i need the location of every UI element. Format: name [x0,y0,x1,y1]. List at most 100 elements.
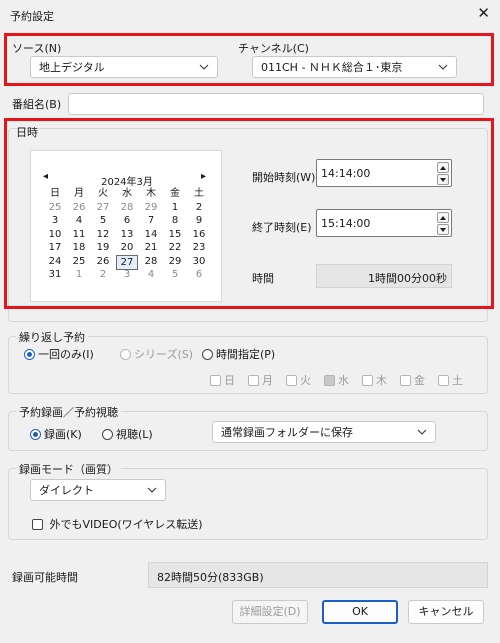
calendar-day[interactable]: 5 [91,214,115,228]
calendar-day[interactable]: 28 [115,201,139,215]
repeat-option[interactable]: 時間指定(P) [202,346,275,362]
record-view-options: 録画(K) 視聴(L) [30,426,200,442]
record-view-option[interactable]: 録画(K) [30,426,82,442]
calendar-weekday: 土 [194,188,204,199]
day-checkbox [210,374,221,386]
calendar-weekday: 月 [74,188,84,199]
calendar-day[interactable]: 25 [43,201,67,215]
program-name-input[interactable] [68,93,484,115]
calendar-day[interactable]: 9 [187,214,211,228]
calendar-day[interactable]: 20 [115,241,139,255]
datetime-group-title: 日時 [16,126,38,139]
channel-select-value: 011CH - ＮＨＫ総合１･東京 [261,61,403,74]
calendar-day[interactable]: 6 [187,268,211,282]
day-checkbox-item: 月 [248,372,273,388]
calendar-day[interactable]: 26 [91,255,115,269]
calendar-day[interactable]: 25 [67,255,91,269]
day-checkbox-item: 日 [210,372,235,388]
folder-select[interactable]: 通常録画フォルダーに保存 [212,421,436,443]
calendar-day[interactable]: 1 [163,201,187,215]
channel-label: チャンネル(C) [238,42,309,55]
calendar-day[interactable]: 31 [43,268,67,282]
day-checkbox [400,374,411,386]
calendar-day[interactable]: 7 [139,214,163,228]
calendar[interactable]: ◂ 2024年3月 ▸ 日月火水木金土 25 26 27 28 29 1 2 3 4 5 6 7 8 9 10… [30,150,222,302]
repeat-option[interactable]: 一回のみ(I) [24,346,94,362]
calendar-day[interactable]: 15 [163,228,187,242]
calendar-day[interactable]: 5 [163,268,187,282]
calendar-day[interactable]: 4 [67,214,91,228]
calendar-day[interactable]: 2 [91,268,115,282]
record-mode-group-title: 録画モード（画質） [16,461,121,477]
spin-down-icon[interactable] [437,174,449,185]
calendar-day[interactable]: 27 [91,201,115,215]
record-view-option-label: 視聴(L) [116,428,153,441]
calendar-day[interactable]: 3 [43,214,67,228]
calendar-day[interactable]: 8 [163,214,187,228]
day-checkbox-item: 水 [324,372,349,388]
calendar-day[interactable]: 26 [67,201,91,215]
calendar-day[interactable]: 14 [139,228,163,242]
spin-up-icon[interactable] [437,212,449,223]
cancel-button[interactable]: キャンセル [408,600,484,624]
repeat-radio [120,348,131,360]
calendar-weekday: 水 [122,188,132,199]
start-time-label: 開始時刻(W) [252,171,316,184]
repeat-option-label: シリーズ(S) [134,348,194,361]
calendar-day[interactable]: 18 [67,241,91,255]
outside-video-option[interactable]: 外でもVIDEO(ワイヤレス転送) [32,516,203,532]
calendar-day[interactable]: 11 [67,228,91,242]
calendar-day[interactable]: 19 [91,241,115,255]
record-mode-select[interactable]: ダイレクト [30,479,166,501]
close-icon[interactable]: ✕ [477,4,490,22]
calendar-day[interactable]: 17 [43,241,67,255]
duration-value: 1時間00分00秒 [368,272,447,285]
record-view-group-title: 予約録画／予約視聴 [16,404,121,420]
calendar-day[interactable]: 22 [163,241,187,255]
calendar-next-icon[interactable]: ▸ [201,171,206,182]
outside-video-checkbox[interactable] [32,518,43,530]
end-time-value: 15:14:00 [321,217,371,230]
calendar-day[interactable]: 3 [115,268,139,282]
chevron-down-icon [197,62,211,72]
spin-down-icon[interactable] [437,224,449,235]
start-time-spinner[interactable]: 14:14:00 [316,159,452,187]
calendar-day[interactable]: 1 [67,268,91,282]
calendar-day[interactable]: 4 [139,268,163,282]
end-time-spinner[interactable]: 15:14:00 [316,209,452,237]
calendar-day[interactable]: 21 [139,241,163,255]
duration-field: 1時間00分00秒 [316,264,452,288]
channel-select[interactable]: 011CH - ＮＨＫ総合１･東京 [252,56,457,78]
record-view-radio[interactable] [102,428,113,440]
calendar-day[interactable]: 13 [115,228,139,242]
chevron-down-icon [145,485,159,495]
record-view-radio[interactable] [30,428,41,440]
day-checkbox-item: 金 [400,372,425,388]
ok-button[interactable]: OK [322,600,398,624]
day-checkbox [286,374,297,386]
calendar-day[interactable]: 12 [91,228,115,242]
day-checkbox [324,374,335,386]
source-label: ソース(N) [12,42,62,55]
repeat-radio[interactable] [202,348,213,360]
calendar-day[interactable]: 29 [139,201,163,215]
calendar-day[interactable]: 10 [43,228,67,242]
day-checkbox-label: 金 [414,374,425,387]
record-view-option[interactable]: 視聴(L) [102,426,153,442]
calendar-day[interactable]: 6 [115,214,139,228]
calendar-day[interactable]: 23 [187,241,211,255]
day-checkbox-label: 月 [262,374,273,387]
calendar-day[interactable]: 2 [187,201,211,215]
calendar-day[interactable]: 28 [139,255,163,269]
spin-up-icon[interactable] [437,162,449,173]
calendar-day[interactable]: 30 [187,255,211,269]
record-view-option-label: 録画(K) [44,428,82,441]
repeat-radio[interactable] [24,348,35,360]
calendar-day[interactable]: 24 [43,255,67,269]
record-mode-value: ダイレクト [39,484,94,497]
calendar-day[interactable]: 29 [163,255,187,269]
source-select[interactable]: 地上デジタル [30,56,218,78]
calendar-day[interactable]: 16 [187,228,211,242]
details-button[interactable]: 詳細設定(D) [232,600,308,624]
calendar-month-title: 2024年3月 [101,177,153,188]
